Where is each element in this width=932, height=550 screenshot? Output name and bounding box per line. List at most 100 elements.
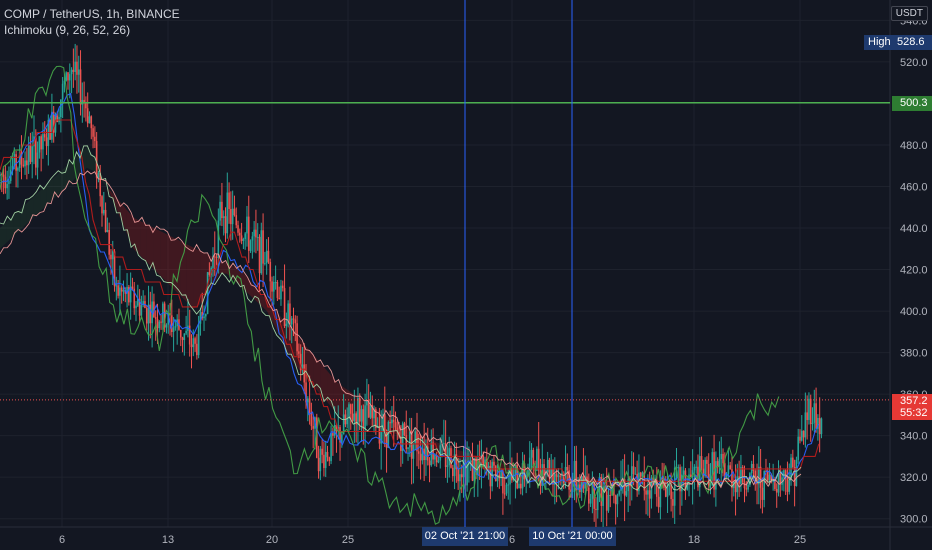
- candle-body: [131, 286, 134, 289]
- candle-body: [22, 164, 25, 167]
- candle-body: [205, 313, 207, 317]
- candle-body: [672, 499, 674, 506]
- high-label-text: High: [868, 36, 891, 48]
- candle-body: [203, 316, 205, 319]
- candle-body: [38, 136, 41, 153]
- candle-body: [645, 490, 647, 495]
- candle-body: [70, 69, 73, 75]
- candle-body: [265, 250, 268, 264]
- candle-body: [389, 422, 391, 424]
- candle-body: [251, 236, 254, 241]
- y-tick-label: 340.0: [900, 431, 928, 443]
- candle-body: [330, 433, 332, 462]
- candle-body: [349, 404, 352, 414]
- candle-body: [77, 69, 80, 75]
- candle-body: [206, 272, 209, 314]
- candle-body: [95, 141, 98, 178]
- candle-body: [813, 403, 816, 423]
- candle-body: [795, 459, 798, 487]
- candle-body: [213, 256, 216, 258]
- candle-body: [820, 418, 823, 435]
- candle-body: [804, 412, 807, 438]
- bar-countdown: 55:32: [900, 406, 928, 419]
- candle-body: [459, 474, 461, 482]
- x-tick-label: 18: [688, 534, 700, 546]
- cloud-segment: [160, 230, 167, 283]
- candle-body: [104, 209, 107, 232]
- candle-body: [108, 229, 110, 255]
- candle-body: [283, 288, 286, 327]
- candle-body: [428, 460, 431, 466]
- candle-body: [493, 462, 495, 466]
- candle-body: [290, 318, 293, 325]
- chart-area[interactable]: 300.0320.0340.0360.0380.0400.0420.0440.0…: [0, 0, 932, 550]
- candle-body: [17, 167, 19, 171]
- x-tick-label: 6: [59, 534, 65, 546]
- candle-body: [589, 498, 592, 504]
- candle-body: [326, 451, 329, 458]
- candle-body: [460, 474, 463, 478]
- candle-body: [0, 174, 1, 177]
- candle-body: [101, 196, 103, 214]
- candle-body: [171, 315, 173, 332]
- candle-body: [518, 483, 520, 489]
- candle-body: [165, 324, 168, 328]
- candle-body: [31, 146, 34, 162]
- candle-body: [648, 490, 651, 499]
- candle-body: [246, 216, 248, 234]
- crosshair-date-tag-2: 10 Oct '21 00:00: [529, 527, 616, 546]
- candle-body: [185, 330, 187, 334]
- candle-body: [256, 236, 259, 238]
- candle-body: [383, 414, 386, 431]
- currency-badge[interactable]: USDT: [890, 6, 928, 21]
- candle-body: [67, 72, 69, 81]
- candle-body: [49, 119, 51, 140]
- candle-body: [348, 404, 350, 418]
- candle-body: [579, 484, 581, 493]
- candle-body: [276, 282, 279, 298]
- last-price-value: 357.2: [900, 394, 928, 407]
- candle-body: [274, 282, 277, 284]
- candle-body: [79, 69, 82, 105]
- candle-body: [222, 216, 225, 219]
- candle-body: [145, 308, 148, 324]
- candle-body: [625, 491, 628, 496]
- indicator-title[interactable]: Ichimoku (9, 26, 52, 26): [4, 22, 180, 38]
- candle-body: [158, 321, 161, 329]
- candle-body: [183, 333, 186, 341]
- candle-body: [414, 431, 417, 444]
- y-tick-label: 440.0: [900, 223, 928, 235]
- candle-body: [647, 490, 649, 495]
- candle-body: [280, 285, 282, 300]
- candle-body: [693, 466, 696, 471]
- candle-body: [196, 343, 198, 356]
- candle-body: [88, 116, 91, 124]
- candle-body: [366, 400, 368, 406]
- y-tick-label: 460.0: [900, 181, 928, 193]
- candle-body: [808, 398, 810, 421]
- candle-body: [715, 461, 717, 490]
- candle-body: [122, 290, 125, 292]
- candle-body: [156, 319, 159, 329]
- candle-body: [255, 229, 257, 238]
- candle-body: [793, 467, 796, 487]
- candle-body: [537, 448, 540, 471]
- candle-body: [720, 453, 723, 460]
- candle-body: [410, 431, 413, 459]
- candle-body: [743, 482, 746, 489]
- candle-body: [362, 409, 365, 429]
- candle-body: [296, 323, 298, 352]
- candle-body: [292, 318, 295, 320]
- candle-body: [149, 304, 152, 324]
- symbol-title[interactable]: COMP / TetherUS, 1h, BINANCE: [4, 6, 180, 22]
- candle-body: [235, 215, 238, 226]
- candle-body: [4, 176, 7, 189]
- candle-body: [298, 351, 300, 354]
- price-chart[interactable]: 300.0320.0340.0360.0380.0400.0420.0440.0…: [0, 0, 932, 550]
- candle-body: [605, 491, 608, 511]
- cloud-segment: [180, 240, 187, 303]
- candle-body: [664, 487, 667, 497]
- candle-body: [519, 483, 522, 489]
- candle-body: [385, 430, 388, 448]
- candle-body: [233, 208, 236, 216]
